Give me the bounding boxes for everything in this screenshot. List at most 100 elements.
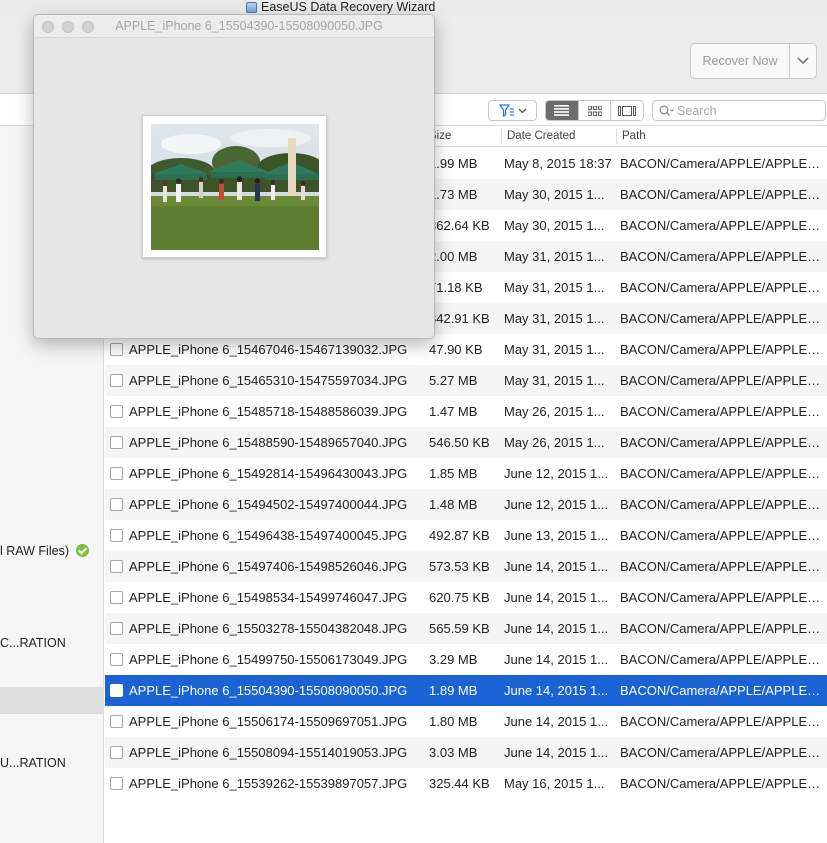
file-size-cell: 2.00 MB <box>429 249 478 264</box>
path-cell: BACON/Camera/APPLE/APPLE_i... <box>620 590 826 605</box>
date-created-cell: June 14, 2015 1... <box>504 683 609 698</box>
path-cell: BACON/Camera/APPLE/APPLE_i... <box>620 621 826 636</box>
date-created-cell: May 31, 2015 1... <box>504 373 605 388</box>
file-name-cell: APPLE_iPhone 6_15498534-15499746047.JPG <box>129 590 408 605</box>
file-name-cell: APPLE_iPhone 6_15496438-15497400045.JPG <box>129 528 408 543</box>
row-checkbox[interactable] <box>110 591 123 604</box>
row-checkbox[interactable] <box>110 529 123 542</box>
date-created-cell: May 30, 2015 1... <box>504 187 605 202</box>
recover-button-group: Recover Now <box>690 43 817 79</box>
date-created-cell: May 8, 2015 18:37 <box>504 156 612 171</box>
date-created-cell: May 30, 2015 1... <box>504 218 605 233</box>
row-checkbox[interactable] <box>110 715 123 728</box>
table-row[interactable]: APPLE_iPhone 6_15508094-15514019053.JPG 3… <box>105 737 827 768</box>
path-cell: BACON/Camera/APPLE/APPLE_i... <box>620 652 826 667</box>
grid-view-button[interactable] <box>578 101 612 120</box>
file-size-cell: 362.64 KB <box>429 218 490 233</box>
path-cell: BACON/Camera/APPLE/APPLE_i... <box>620 435 826 450</box>
date-created-cell: June 12, 2015 1... <box>504 497 609 512</box>
date-created-cell: May 31, 2015 1... <box>504 280 605 295</box>
search-input[interactable] <box>677 103 817 118</box>
file-size-cell: 47.90 KB <box>429 342 483 357</box>
sidebar-item-raw-files[interactable]: l RAW Files) <box>0 544 89 558</box>
file-size-cell: 546.50 KB <box>429 435 490 450</box>
file-size-cell: 1.80 MB <box>429 714 478 729</box>
row-checkbox[interactable] <box>110 343 123 356</box>
app-window: EaseUS Data Recovery Wizard Recover Now <box>0 0 827 843</box>
file-name-cell: APPLE_iPhone 6_15508094-15514019053.JPG <box>129 745 408 760</box>
path-cell: BACON/Camera/APPLE/APPLE_i... <box>620 497 826 512</box>
file-name-cell: APPLE_iPhone 6_15497406-15498526046.JPG <box>129 559 408 574</box>
file-name-cell: APPLE_iPhone 6_15465310-15475597034.JPG <box>129 373 408 388</box>
app-icon <box>246 1 257 13</box>
date-created-cell: May 16, 2015 1... <box>504 776 605 791</box>
path-cell: BACON/Camera/APPLE/APPLE_i... <box>620 683 826 698</box>
row-checkbox[interactable] <box>110 653 123 666</box>
table-row[interactable]: APPLE_iPhone 6_15494502-15497400044.JPG 1… <box>105 489 827 520</box>
date-created-cell: June 14, 2015 1... <box>504 559 609 574</box>
file-size-cell: 1.48 MB <box>429 497 478 512</box>
sidebar-selected-item[interactable] <box>0 687 104 714</box>
chevron-down-icon <box>797 57 809 65</box>
row-checkbox[interactable] <box>110 467 123 480</box>
date-created-cell: June 14, 2015 1... <box>504 621 609 636</box>
search-icon <box>659 105 674 116</box>
title-bar: EaseUS Data Recovery Wizard <box>0 0 827 14</box>
table-row[interactable]: APPLE_iPhone 6_15499750-15506173049.JPG 3… <box>105 644 827 675</box>
table-row[interactable]: APPLE_iPhone 6_15488590-15489657040.JPG 5… <box>105 427 827 458</box>
file-name-cell: APPLE_iPhone 6_15485718-15488586039.JPG <box>129 404 408 419</box>
column-header-path[interactable]: Path <box>622 126 646 147</box>
column-divider[interactable] <box>616 129 617 144</box>
table-row[interactable]: APPLE_iPhone 6_15465310-15475597034.JPG 5… <box>105 365 827 396</box>
table-row[interactable]: APPLE_iPhone 6_15497406-15498526046.JPG 5… <box>105 551 827 582</box>
row-checkbox[interactable] <box>110 777 123 790</box>
view-mode-switcher <box>545 100 644 121</box>
path-cell: BACON/Camera/APPLE/APPLE_i... <box>620 249 826 264</box>
photo-preview-frame <box>142 115 327 258</box>
table-row-selected[interactable]: APPLE_iPhone 6_15504390-15508090050.JPG 1… <box>105 675 827 706</box>
recover-options-button[interactable] <box>790 44 816 78</box>
row-checkbox[interactable] <box>110 374 123 387</box>
date-created-cell: June 14, 2015 1... <box>504 714 609 729</box>
sidebar-item-c-ration[interactable]: C...RATION <box>0 636 66 650</box>
table-row[interactable]: APPLE_iPhone 6_15506174-15509697051.JPG 1… <box>105 706 827 737</box>
list-view-icon <box>554 105 570 116</box>
column-divider[interactable] <box>501 129 502 144</box>
table-row[interactable]: APPLE_iPhone 6_15496438-15497400045.JPG 4… <box>105 520 827 551</box>
row-checkbox[interactable] <box>110 560 123 573</box>
date-created-cell: May 26, 2015 1... <box>504 404 605 419</box>
row-checkbox[interactable] <box>110 436 123 449</box>
recover-now-button[interactable]: Recover Now <box>691 44 790 78</box>
list-view-button[interactable] <box>546 101 579 120</box>
filter-button[interactable] <box>488 100 537 121</box>
table-row[interactable]: APPLE_iPhone 6_15498534-15499746047.JPG 6… <box>105 582 827 613</box>
date-created-cell: June 13, 2015 1... <box>504 528 609 543</box>
grid-view-icon <box>587 105 602 116</box>
file-name-cell: APPLE_iPhone 6_15504390-15508090050.JPG <box>129 683 408 698</box>
search-field[interactable] <box>652 100 826 121</box>
date-created-cell: June 14, 2015 1... <box>504 652 609 667</box>
row-checkbox[interactable] <box>110 684 123 697</box>
path-cell: BACON/Camera/APPLE/APPLE_i... <box>620 187 826 202</box>
file-size-cell: 1.47 MB <box>429 404 478 419</box>
verified-check-icon <box>75 544 89 557</box>
table-row[interactable]: APPLE_iPhone 6_15492814-15496430043.JPG 1… <box>105 458 827 489</box>
path-cell: BACON/Camera/APPLE/APPLE_i... <box>620 218 826 233</box>
chevron-down-icon <box>518 108 526 113</box>
row-checkbox[interactable] <box>110 746 123 759</box>
row-checkbox[interactable] <box>110 405 123 418</box>
path-cell: BACON/Camera/APPLE/APPLE_i... <box>620 280 826 295</box>
file-name-cell: APPLE_iPhone 6_15494502-15497400044.JPG <box>129 497 408 512</box>
file-size-cell: 492.87 KB <box>429 528 490 543</box>
table-row[interactable]: APPLE_iPhone 6_15503278-15504382048.JPG 5… <box>105 613 827 644</box>
file-size-cell: 1.85 MB <box>429 466 478 481</box>
table-row[interactable]: APPLE_iPhone 6_15539262-15539897057.JPG 3… <box>105 768 827 799</box>
sidebar-item-u-ration[interactable]: U...RATION <box>0 756 66 770</box>
file-size-cell: 5.27 MB <box>429 373 478 388</box>
row-checkbox[interactable] <box>110 622 123 635</box>
filmstrip-view-button[interactable] <box>611 101 643 120</box>
file-size-cell: 1.99 MB <box>429 156 478 171</box>
column-header-date-created[interactable]: Date Created <box>507 126 575 147</box>
table-row[interactable]: APPLE_iPhone 6_15485718-15488586039.JPG 1… <box>105 396 827 427</box>
row-checkbox[interactable] <box>110 498 123 511</box>
